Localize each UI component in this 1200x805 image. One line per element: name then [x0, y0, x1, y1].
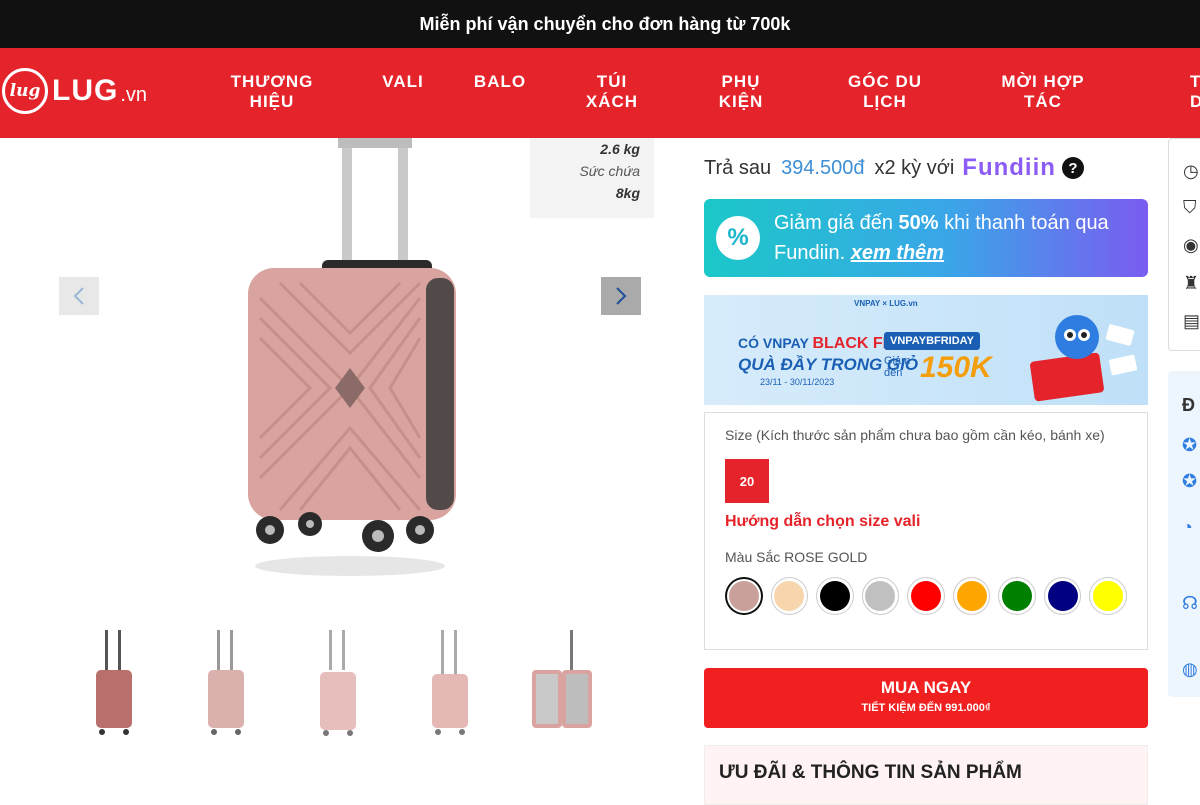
thumbnail[interactable] — [190, 628, 260, 740]
logo-brand: LUG — [52, 74, 119, 107]
color-swatch-fill — [1002, 581, 1033, 611]
main-product-image — [248, 138, 456, 576]
size-guide-link[interactable]: Hướng dẫn chọn size vali — [725, 513, 1127, 531]
banner-code: VNPAYBFRIDAY — [884, 332, 980, 350]
percent-badge-icon: % — [716, 216, 760, 260]
color-swatches — [725, 577, 1127, 615]
thumbnail[interactable] — [526, 628, 596, 740]
weight-value: 2.6 kg — [600, 141, 640, 157]
side-policy-box: Đ ✪ ✪ ◔ ☊ ◍ — [1168, 371, 1200, 697]
color-swatch-fill — [774, 581, 805, 611]
color-swatch-fill — [865, 581, 896, 611]
color-swatch[interactable] — [816, 577, 854, 615]
document-icon: ▤ — [1183, 311, 1200, 331]
headphones-icon: ☊ — [1182, 593, 1198, 613]
nav-item-handbags[interactable]: TÚI XÁCH — [586, 72, 638, 112]
promo-see-more-link[interactable]: xem thêm — [851, 242, 944, 264]
thumbnail[interactable] — [78, 628, 148, 740]
site-logo[interactable]: lug LUG .vn — [2, 68, 147, 114]
color-swatch-fill — [819, 581, 850, 611]
size-option-20[interactable]: 20 — [725, 459, 769, 503]
pay-later-price: 394.500đ — [781, 156, 865, 179]
banner-discount-label: Giảm đến — [884, 355, 911, 379]
mascot-illustration — [1030, 315, 1138, 402]
thumbnail-strip — [78, 628, 596, 740]
nav-item-brands[interactable]: THƯƠNG HIỆU — [231, 72, 314, 112]
color-swatch-fill — [956, 581, 987, 611]
capacity-value: 8kg — [615, 185, 640, 201]
help-icon[interactable]: ? — [1061, 157, 1084, 179]
announcement-text: Miễn phí vận chuyển cho đơn hàng từ 700k — [419, 13, 791, 34]
color-swatch-fill — [728, 581, 759, 611]
color-swatch[interactable] — [952, 577, 991, 615]
size-label: Size (Kích thước sản phẩm chưa bao gồm c… — [725, 427, 1105, 443]
globe-icon: ◍ — [1182, 659, 1198, 679]
nav-item-balo[interactable]: BALO — [474, 72, 526, 92]
nav-item-vali[interactable]: VALI — [382, 72, 423, 92]
color-swatch[interactable] — [770, 577, 809, 615]
offers-section-title: ƯU ĐÃI & THÔNG TIN SẢN PHẨM — [704, 745, 1148, 805]
color-swatch-fill — [1047, 581, 1078, 611]
logo-tld: .vn — [120, 83, 148, 106]
gallery-next-button[interactable] — [601, 277, 641, 315]
nav-item-accessories[interactable]: PHỤ KIỆN — [719, 72, 764, 112]
pay-later-row: Trả sau 394.500đ x2 kỳ với Fundiin ? — [704, 154, 1084, 182]
color-swatch[interactable] — [1089, 577, 1127, 615]
badge-check-icon: ✪ — [1182, 471, 1198, 491]
side-features-box: ◷ ⛉ ◉ ♜ ▤ — [1168, 138, 1200, 351]
clock-icon: ◷ — [1183, 161, 1199, 181]
banner-amount: 150K — [920, 351, 992, 384]
buy-now-label: MUA NGAY — [880, 678, 972, 697]
color-swatch-fill — [1093, 581, 1124, 611]
check-circle-icon: ◉ — [1183, 235, 1199, 255]
fundiin-promo: % Giảm giá đến 50% khi thanh toán qua Fu… — [704, 199, 1148, 277]
buy-now-savings: TIẾT KIỆM ĐẾN 991.000₫ — [861, 702, 991, 714]
thumbnail[interactable] — [302, 628, 372, 740]
shield-icon: ⛉ — [1183, 197, 1197, 217]
variant-options: Size (Kích thước sản phẩm chưa bao gồm c… — [704, 412, 1148, 650]
gallery-prev-button[interactable] — [59, 277, 99, 315]
color-swatch[interactable] — [1043, 577, 1082, 615]
fundiin-logo: Fundiin — [962, 154, 1056, 181]
announcement-bar: Miễn phí vận chuyển cho đơn hàng từ 700k — [0, 0, 1200, 48]
chevron-left-icon — [73, 287, 84, 305]
banner-partners: VNPAY × LUG.vn — [854, 299, 918, 308]
color-swatch[interactable] — [861, 577, 900, 615]
color-swatch[interactable] — [907, 577, 945, 615]
clock-icon: ◔ — [1182, 517, 1193, 537]
spec-panel: 2.6 kg Sức chứa 8kg — [530, 138, 654, 218]
product-gallery: 2.6 kg Sức chứa 8kg — [0, 138, 680, 800]
badge-check-icon: ✪ — [1182, 435, 1198, 455]
nav-item-partnership[interactable]: MỜI HỢP TÁC — [1001, 72, 1084, 112]
nav-item-travel-corner[interactable]: GÓC DU LỊCH — [848, 72, 922, 112]
color-swatch[interactable] — [998, 577, 1036, 615]
color-swatch-fill — [910, 581, 941, 611]
stamp-icon: ♜ — [1183, 273, 1200, 293]
capacity-label: Sức chứa — [579, 163, 640, 179]
color-swatch[interactable] — [725, 577, 763, 615]
logo-mark: lug — [2, 68, 48, 114]
chevron-right-icon — [616, 287, 627, 305]
selected-color: ROSE GOLD — [784, 549, 868, 565]
vnpay-banner[interactable]: VNPAY × LUG.vn CÓ VNPAY BLACK FRIDAY QUÀ… — [704, 295, 1148, 405]
color-label: Màu Sắc ROSE GOLD — [725, 549, 868, 565]
buy-now-button[interactable]: MUA NGAY TIẾT KIỆM ĐẾN 991.000₫ — [704, 668, 1148, 728]
policy-heading-fragment: Đ — [1182, 395, 1195, 415]
thumbnail[interactable] — [414, 628, 484, 740]
nav-item-recruitment[interactable]: TUY DỤ — [1190, 72, 1200, 112]
banner-dates: 23/11 - 30/11/2023 — [760, 377, 835, 387]
main-navbar: lug LUG .vn THƯƠNG HIỆU VALI BALO TÚI XÁ… — [0, 48, 1200, 138]
pay-later-prefix: Trả sau — [704, 156, 772, 179]
promo-text: Giảm giá đến 50% khi thanh toán qua Fund… — [774, 212, 1109, 264]
pay-later-suffix: x2 kỳ với — [874, 156, 955, 179]
